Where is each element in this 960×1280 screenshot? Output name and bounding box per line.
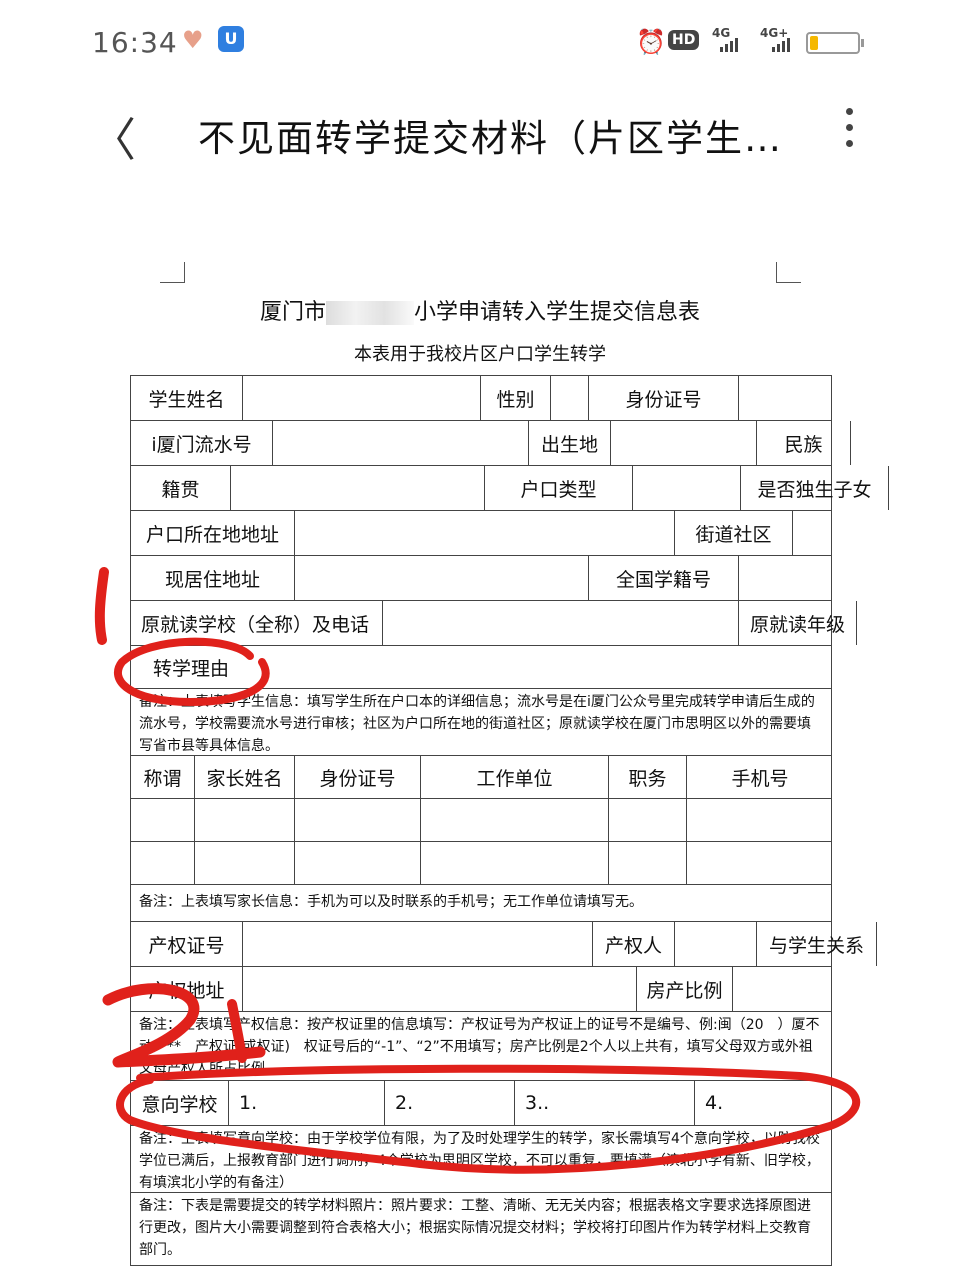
label-hukou-type: 户口类型 <box>485 466 633 510</box>
note-student-info: 备注：上表填写学生信息：填写学生所在户口本的详细信息；流水号是在i厦门公众号里完… <box>130 688 832 756</box>
value-property-cert[interactable] <box>243 922 593 966</box>
label-property-owner: 产权人 <box>593 922 675 966</box>
hd-voice-badge: HD <box>668 30 700 50</box>
student-row: 学生姓名 性别 身份证号 <box>130 375 832 421</box>
label-hukou-address: 户口所在地地址 <box>131 511 295 555</box>
status-bar: 16:34 ♥ U ⏰ HD 4G 4G+ <box>0 0 960 80</box>
label-property-cert: 产权证号 <box>131 922 243 966</box>
intended-school-4[interactable]: 4. <box>695 1081 833 1125</box>
signal-bars-2-icon <box>772 38 790 52</box>
cell[interactable] <box>687 799 833 841</box>
cell[interactable] <box>295 799 421 841</box>
value-street-community[interactable] <box>793 511 833 555</box>
label-student-name: 学生姓名 <box>131 376 243 420</box>
student-row: 户口所在地地址 街道社区 <box>130 510 832 556</box>
note-materials: 备注：下表是需要提交的转学材料照片：照片要求：工整、清晰、无无关内容；根据表格文… <box>130 1192 832 1266</box>
label-id-number: 身份证号 <box>589 376 739 420</box>
label-transfer-reason: 转学理由 <box>153 657 230 680</box>
header-employer: 工作单位 <box>421 756 609 798</box>
page-title: 不见面转学提交材料（片区学生… <box>198 117 783 160</box>
value-native-place[interactable] <box>231 466 485 510</box>
label-birthplace: 出生地 <box>529 421 611 465</box>
label-current-address: 现居住地址 <box>131 556 295 600</box>
intended-school-3[interactable]: 3.. <box>515 1081 695 1125</box>
student-row: 现居住地址 全国学籍号 <box>130 555 832 601</box>
cell[interactable] <box>609 799 687 841</box>
parent-header-row: 称谓 家长姓名 身份证号 工作单位 职务 手机号 <box>130 755 832 799</box>
label-previous-school: 原就读学校（全称）及电话 <box>131 601 383 645</box>
chevron-left-icon: 〈 <box>90 113 136 167</box>
cell[interactable] <box>131 799 195 841</box>
value-property-owner[interactable] <box>675 922 757 966</box>
header-parent-id: 身份证号 <box>295 756 421 798</box>
more-options-button[interactable] <box>846 108 858 156</box>
cell[interactable] <box>195 842 295 884</box>
value-gender[interactable] <box>551 376 589 420</box>
label-property-share: 房产比例 <box>637 967 733 1011</box>
label-only-child: 是否独生子女 <box>741 466 889 510</box>
property-row: 产权证号 产权人 与学生关系 <box>130 921 877 967</box>
cell[interactable] <box>131 842 195 884</box>
cell[interactable] <box>609 842 687 884</box>
label-serial-number: i厦门流水号 <box>131 421 273 465</box>
label-intended-school: 意向学校 <box>131 1081 229 1125</box>
title-suffix: 小学申请转入学生提交信息表 <box>414 300 701 325</box>
note-property-info: 备注：上表填写产权信息：按产权证里的信息填写：产权证号为产权证上的证号不是编号、… <box>130 1011 832 1081</box>
status-time: 16:34 <box>92 26 178 59</box>
signal-bars-1-icon <box>720 38 738 52</box>
student-row: 原就读学校（全称）及电话 原就读年级 <box>130 600 857 646</box>
back-button[interactable]: 〈 <box>90 104 136 170</box>
property-row: 产权地址 房产比例 <box>130 966 832 1012</box>
label-relation-to-student: 与学生关系 <box>757 922 877 966</box>
header-phone: 手机号 <box>731 767 789 790</box>
cell[interactable] <box>421 799 609 841</box>
student-row: 籍贯 户口类型 是否独生子女 <box>130 465 889 511</box>
value-hukou-address[interactable] <box>295 511 675 555</box>
value-property-address[interactable] <box>243 967 637 1011</box>
heart-icon: ♥ <box>182 26 204 54</box>
intended-school-row: 意向学校 1. 2. 3.. 4. <box>130 1080 832 1126</box>
alarm-icon: ⏰ <box>636 28 666 56</box>
parent-row[interactable] <box>130 798 832 842</box>
crop-mark-top-right <box>776 262 801 283</box>
student-row: i厦门流水号 出生地 民族 <box>130 420 851 466</box>
value-student-name[interactable] <box>243 376 481 420</box>
app-notification-icon: U <box>218 26 244 52</box>
note-intended-school: 备注：上表填写意向学校：由于学校学位有限，为了及时处理学生的转学，家长需填写4个… <box>130 1125 832 1193</box>
title-prefix: 厦门市 <box>259 300 326 325</box>
value-hukou-type[interactable] <box>633 466 741 510</box>
document-title: 厦门市 小学申请转入学生提交信息表 <box>0 294 960 326</box>
label-previous-grade: 原就读年级 <box>739 601 857 645</box>
value-serial-number[interactable] <box>273 421 529 465</box>
redacted-school-name <box>326 301 414 325</box>
note-parent-info: 备注：上表填写家长信息：手机为可以及时联系的手机号；无工作单位请填写无。 <box>130 884 832 922</box>
marker-1-mark <box>94 567 109 645</box>
intended-school-2[interactable]: 2. <box>385 1081 515 1125</box>
label-native-place: 籍贯 <box>131 466 231 510</box>
document-subtitle: 本表用于我校片区户口学生转学 <box>354 344 606 365</box>
student-row: 转学理由 <box>130 645 832 689</box>
header-position: 职务 <box>609 756 687 798</box>
value-id-number[interactable] <box>739 376 833 420</box>
cell[interactable] <box>421 842 609 884</box>
value-previous-school[interactable] <box>383 601 739 645</box>
parent-row[interactable] <box>130 841 832 885</box>
label-street-community: 街道社区 <box>675 511 793 555</box>
label-national-student-id: 全国学籍号 <box>589 556 739 600</box>
label-ethnicity: 民族 <box>757 421 851 465</box>
value-birthplace[interactable] <box>611 421 757 465</box>
intended-school-1[interactable]: 1. <box>229 1081 385 1125</box>
value-national-student-id[interactable] <box>739 556 833 600</box>
value-property-share[interactable] <box>733 967 833 1011</box>
crop-mark-top-left <box>160 262 185 283</box>
cell[interactable] <box>195 799 295 841</box>
battery-icon <box>806 32 864 54</box>
cell[interactable] <box>295 842 421 884</box>
header-relation: 称谓 <box>131 756 195 798</box>
cell[interactable] <box>687 842 833 884</box>
header-parent-name: 家长姓名 <box>195 756 295 798</box>
value-current-address[interactable] <box>295 556 589 600</box>
label-property-address: 产权地址 <box>131 967 243 1011</box>
label-gender: 性别 <box>481 376 551 420</box>
